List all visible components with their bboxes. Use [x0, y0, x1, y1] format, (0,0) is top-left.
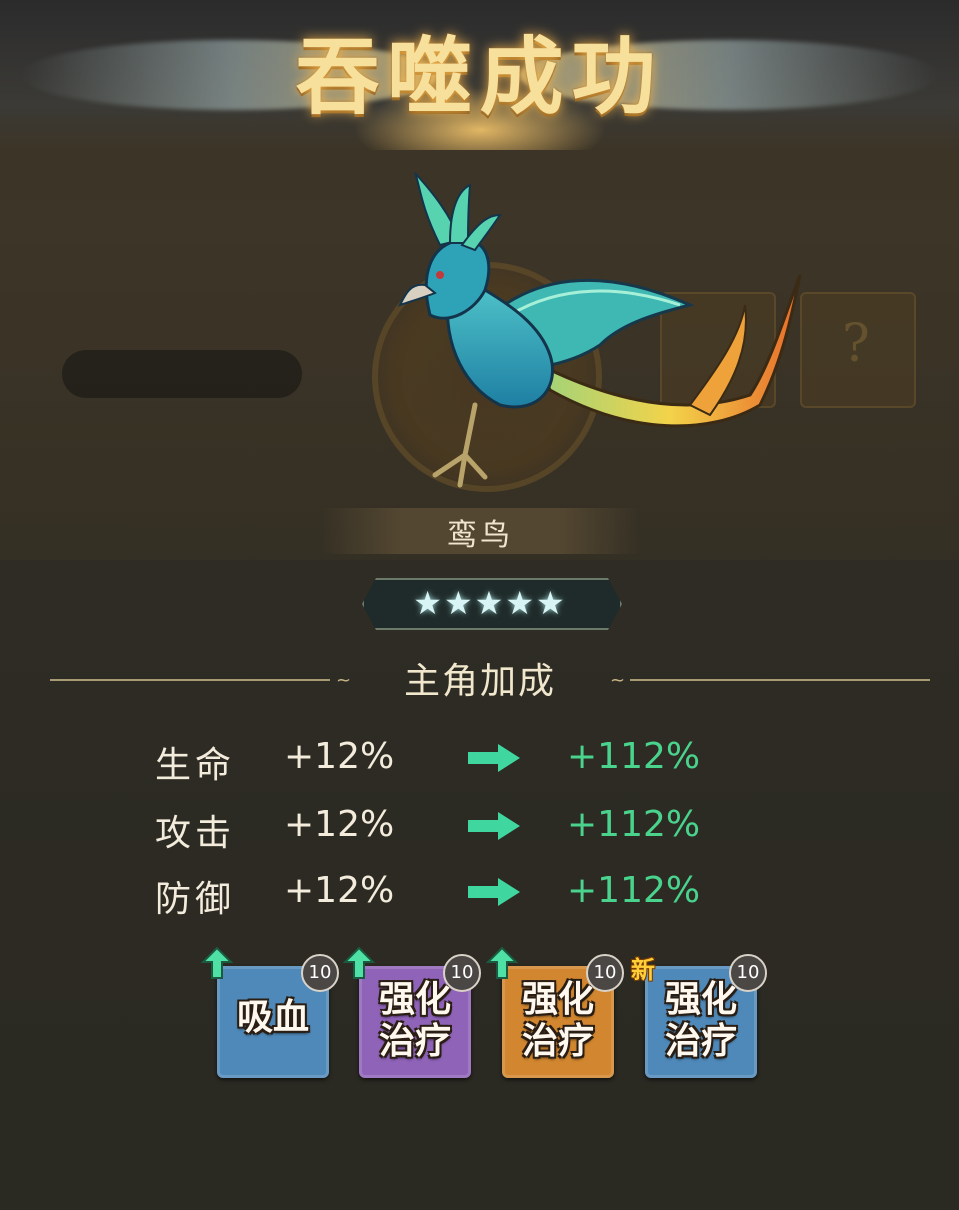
divider-right	[630, 679, 930, 681]
stat-row-defense: 防御 +12% +112%	[0, 870, 959, 930]
skill-level-badge: 10	[586, 954, 624, 992]
arrow-right-icon	[468, 812, 520, 840]
skill-card-lifesteal[interactable]: 吸血 10	[201, 946, 339, 1078]
background-star-bar	[62, 350, 302, 398]
stat-row-hp: 生命 +12% +112%	[0, 736, 959, 796]
banner-title: 吞噬成功	[295, 27, 664, 126]
upgrade-arrow-icon	[343, 946, 375, 979]
stat-label: 攻击	[155, 813, 236, 854]
beast-name: 鸾鸟	[447, 518, 513, 553]
skill-card-enhanced-heal-new[interactable]: 新 强化 治疗 10	[631, 954, 767, 1078]
skill-name-line2: 治疗	[521, 1020, 594, 1062]
upgrade-arrow-icon	[486, 946, 518, 979]
stat-old-value: +12%	[284, 804, 395, 845]
upgrade-arrow-icon	[201, 946, 233, 979]
stat-new-value: +112%	[567, 870, 701, 911]
background-slot-unknown: ?	[800, 292, 916, 408]
stat-label: 防御	[155, 879, 236, 920]
stat-new-value: +112%	[567, 804, 701, 845]
stat-row-attack: 攻击 +12% +112%	[0, 804, 959, 864]
phoenix-illustration	[398, 172, 802, 488]
arrow-right-icon	[468, 744, 520, 772]
skill-level-badge: 10	[301, 954, 339, 992]
success-banner: 吞噬成功	[0, 0, 959, 150]
skill-level-badge: 10	[729, 954, 767, 992]
skill-name-line2: 治疗	[378, 1020, 451, 1062]
skill-card-enhanced-heal[interactable]: 强化 治疗 10	[486, 946, 624, 1078]
skill-name-line2: 治疗	[664, 1020, 737, 1062]
star-rating: ★★★★★	[413, 584, 567, 622]
question-icon: ?	[842, 314, 870, 374]
skill-level-badge: 10	[443, 954, 481, 992]
section-title: 主角加成	[403, 661, 556, 702]
skill-card-enhanced-heal[interactable]: 强化 治疗 10	[343, 946, 481, 1078]
divider-ornament-right: ~	[610, 670, 626, 691]
skill-name: 吸血	[236, 996, 309, 1038]
stat-old-value: +12%	[284, 736, 395, 777]
divider-left	[50, 679, 330, 681]
arrow-right-icon	[468, 878, 520, 906]
stat-label: 生命	[155, 745, 236, 786]
stat-old-value: +12%	[284, 870, 395, 911]
stat-new-value: +112%	[567, 736, 701, 777]
